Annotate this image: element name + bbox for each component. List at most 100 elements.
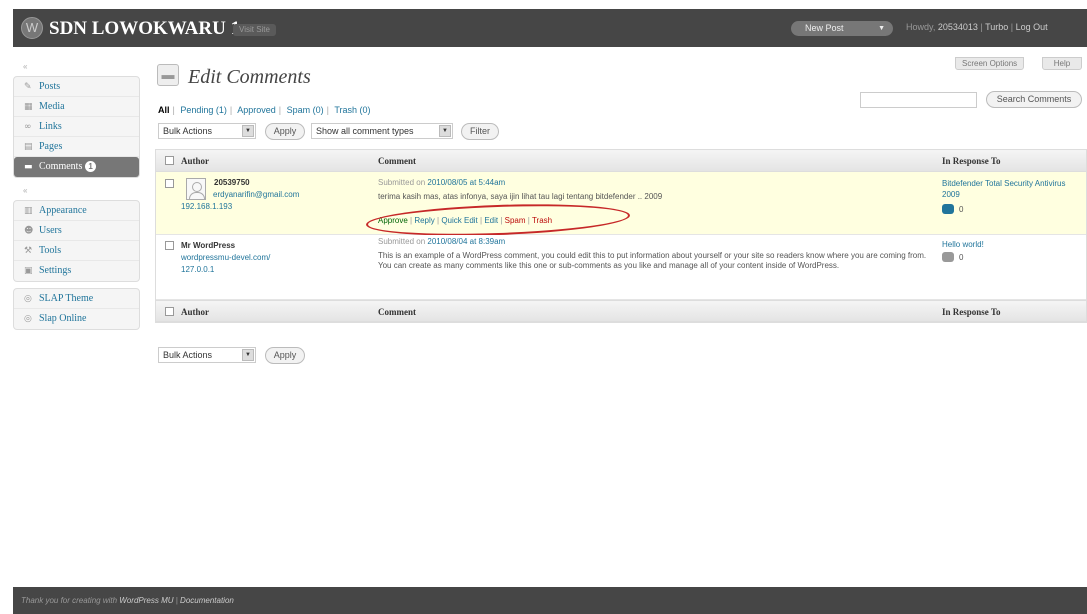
- sidebar-item-label: Links: [39, 121, 62, 132]
- logout-link[interactable]: Log Out: [1016, 22, 1048, 32]
- wordpress-logo-icon[interactable]: W: [21, 17, 43, 39]
- filter-approved[interactable]: Approved: [237, 105, 276, 115]
- apply-button[interactable]: Apply: [265, 347, 305, 364]
- sidebar-item-users[interactable]: ☻ Users: [14, 221, 139, 241]
- sidebar-item-label: Appearance: [39, 205, 87, 216]
- comment-text: terima kasih mas, atas infonya, saya iji…: [378, 192, 663, 201]
- posts-icon: ✎: [24, 82, 32, 92]
- slap-online-icon: ◎: [24, 314, 32, 324]
- author-ip-link[interactable]: 127.0.0.1: [181, 265, 214, 274]
- site-title[interactable]: SDN LOWOKWARU 1: [49, 18, 240, 40]
- menu-separator[interactable]: «: [13, 60, 140, 76]
- sidebar-item-tools[interactable]: ⚒ Tools: [14, 241, 139, 261]
- submitted-info: Submitted on 2010/08/05 at 5:44am: [378, 178, 505, 187]
- comment-type-select[interactable]: Show all comment types ▼: [311, 123, 453, 139]
- sidebar-item-posts[interactable]: ✎ Posts: [14, 77, 139, 97]
- sidebar-item-links[interactable]: ∞ Links: [14, 117, 139, 137]
- filter-spam[interactable]: Spam (0): [287, 105, 324, 115]
- author-url-link[interactable]: wordpressmu-devel.com/: [181, 253, 270, 262]
- submitted-info: Submitted on 2010/08/04 at 8:39am: [378, 237, 505, 246]
- comment-date-link[interactable]: 2010/08/04 at 8:39am: [427, 237, 505, 246]
- column-comment: Comment: [378, 156, 416, 166]
- table-row[interactable]: Mr WordPress wordpressmu-devel.com/ 127.…: [156, 235, 1086, 300]
- comment-type-label: Show all comment types: [316, 126, 414, 136]
- comment-date-link[interactable]: 2010/08/05 at 5:44am: [427, 178, 505, 187]
- column-comment: Comment: [378, 307, 416, 317]
- comments-table: Author Comment In Response To 20539750 e…: [155, 149, 1087, 323]
- new-post-label: New Post: [805, 23, 844, 33]
- table-row[interactable]: 20539750 erdyanarifin@gmail.com 192.168.…: [156, 172, 1086, 240]
- avatar: [186, 178, 206, 200]
- user-name-link[interactable]: 20534013: [938, 22, 978, 32]
- sidebar-item-comments[interactable]: ▬ Comments 1: [14, 157, 139, 177]
- sidebar-item-label: Users: [39, 225, 62, 236]
- menu-group-content: ✎ Posts ▦ Media ∞ Links ▤ Pages ▬ Comments 1: [13, 76, 140, 178]
- apply-button[interactable]: Apply: [265, 123, 305, 140]
- visit-site-button[interactable]: Visit Site: [233, 24, 276, 36]
- comment-bubble-icon[interactable]: [942, 204, 954, 214]
- chevron-down-icon[interactable]: ▼: [878, 21, 885, 36]
- sidebar-item-label: Comments: [39, 161, 83, 172]
- filter-trash[interactable]: Trash (0): [334, 105, 370, 115]
- turbo-link[interactable]: Turbo: [985, 22, 1008, 32]
- sidebar-item-slap-theme[interactable]: ◎ SLAP Theme: [14, 289, 139, 309]
- comment-status-filters: All | Pending (1) | Approved | Spam (0) | Tr…: [158, 105, 371, 115]
- select-all-checkbox[interactable]: [165, 156, 174, 165]
- admin-sidebar: « ✎ Posts ▦ Media ∞ Links ▤ Pages ▬ Comments 1…: [13, 60, 140, 336]
- bulk-actions-label: Bulk Actions: [163, 126, 213, 136]
- select-all-checkbox[interactable]: [165, 307, 174, 316]
- filter-all[interactable]: All: [158, 105, 170, 115]
- admin-header: W SDN LOWOKWARU 1 Visit Site New Post ▼ …: [13, 9, 1087, 47]
- appearance-icon: ▥: [24, 206, 33, 216]
- response-count: 0: [959, 205, 964, 214]
- sidebar-item-media[interactable]: ▦ Media: [14, 97, 139, 117]
- search-comments-button[interactable]: Search Comments: [986, 91, 1082, 108]
- sidebar-item-label: Tools: [39, 245, 62, 256]
- highlight-circle: [365, 200, 631, 240]
- author-ip-link[interactable]: 192.168.1.193: [181, 202, 232, 211]
- column-author: Author: [181, 307, 210, 317]
- media-icon: ▦: [24, 102, 33, 112]
- sidebar-item-label: Media: [39, 101, 65, 112]
- response-post-link[interactable]: Hello world!: [942, 239, 1082, 250]
- response-post-link[interactable]: Bitdefender Total Security Antivirus 200…: [942, 178, 1082, 200]
- sidebar-item-settings[interactable]: ▣ Settings: [14, 261, 139, 281]
- help-button[interactable]: Help: [1042, 57, 1082, 70]
- chevron-down-icon: ▼: [242, 349, 254, 361]
- pending-count-badge: 1: [85, 161, 96, 172]
- links-icon: ∞: [24, 122, 32, 132]
- filter-button[interactable]: Filter: [461, 123, 499, 140]
- pages-icon: ▤: [24, 142, 33, 152]
- bulk-actions-select[interactable]: Bulk Actions ▼: [158, 123, 256, 139]
- comment-author: Mr WordPress: [181, 241, 236, 250]
- sidebar-item-pages[interactable]: ▤ Pages: [14, 137, 139, 157]
- sidebar-item-slap-online[interactable]: ◎ Slap Online: [14, 309, 139, 329]
- admin-footer: Thank you for creating with WordPress MU…: [13, 587, 1087, 614]
- row-checkbox[interactable]: [165, 241, 174, 250]
- screen-options-button[interactable]: Screen Options: [955, 57, 1025, 70]
- bulk-actions-select[interactable]: Bulk Actions ▼: [158, 347, 256, 363]
- documentation-link[interactable]: Documentation: [180, 596, 234, 605]
- author-email-link[interactable]: erdyanarifin@gmail.com: [213, 190, 299, 199]
- slap-theme-icon: ◎: [24, 294, 32, 304]
- sidebar-item-label: Slap Online: [39, 313, 87, 324]
- sidebar-item-appearance[interactable]: ▥ Appearance: [14, 201, 139, 221]
- tools-icon: ⚒: [24, 246, 33, 256]
- footer-text: Thank you for creating with WordPress MU…: [21, 596, 234, 605]
- comment-bubble-icon[interactable]: [942, 252, 954, 262]
- settings-icon: ▣: [24, 266, 33, 276]
- comment-text: This is an example of a WordPress commen…: [378, 251, 927, 270]
- search-input[interactable]: [860, 92, 977, 108]
- submitted-prefix: Submitted on: [378, 178, 426, 187]
- menu-group-plugins: ◎ SLAP Theme ◎ Slap Online: [13, 288, 140, 330]
- wordpress-mu-link[interactable]: WordPress MU: [119, 596, 173, 605]
- sidebar-item-label: Settings: [39, 265, 72, 276]
- users-icon: ☻: [24, 226, 34, 236]
- row-checkbox[interactable]: [165, 179, 174, 188]
- new-post-button[interactable]: New Post ▼: [791, 21, 893, 36]
- user-greeting: Howdy, 20534013 | Turbo | Log Out: [906, 22, 1048, 32]
- table-header: Author Comment In Response To: [156, 150, 1086, 172]
- sidebar-item-label: SLAP Theme: [39, 293, 94, 304]
- menu-separator[interactable]: «: [13, 184, 140, 200]
- filter-pending[interactable]: Pending (1): [180, 105, 227, 115]
